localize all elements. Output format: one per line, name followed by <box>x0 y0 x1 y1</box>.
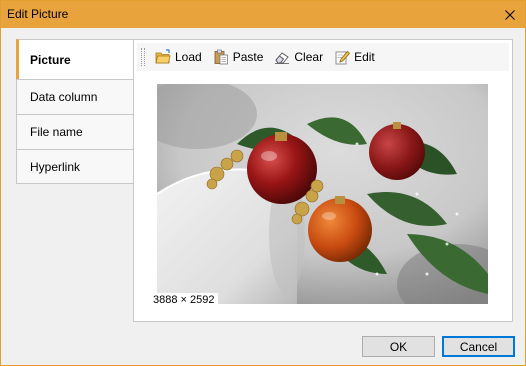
tab-label: Hyperlink <box>30 159 81 174</box>
picture-toolbar: Load Paste Clear Edit <box>137 43 509 71</box>
tab-data-column[interactable]: Data column <box>16 79 134 114</box>
toolbar-grip <box>141 48 145 66</box>
close-icon <box>505 9 515 20</box>
tab-picture[interactable]: Picture <box>16 39 134 79</box>
eraser-icon <box>275 52 290 64</box>
ok-label: OK <box>389 339 408 354</box>
clipboard-icon <box>214 49 228 65</box>
tab-file-name[interactable]: File name <box>16 114 134 149</box>
load-label: Load <box>175 50 202 64</box>
tab-label: Picture <box>30 52 71 67</box>
paste-button[interactable]: Paste <box>209 46 268 68</box>
image-dimensions: 3888 × 2592 <box>149 293 219 306</box>
ok-button[interactable]: OK <box>362 336 435 357</box>
title-bar: Edit Picture <box>1 1 525 28</box>
cancel-label: Cancel <box>459 339 498 354</box>
load-button[interactable]: Load <box>151 46 206 68</box>
window-title: Edit Picture <box>7 7 69 21</box>
cancel-button[interactable]: Cancel <box>442 336 515 357</box>
edit-button[interactable]: Edit <box>330 46 379 68</box>
edit-pencil-icon <box>335 50 351 65</box>
tab-label: File name <box>30 125 83 139</box>
picture-panel: Load Paste Clear Edit 3888 × 2592 <box>133 39 513 322</box>
tab-label: Data column <box>30 90 98 104</box>
clear-button[interactable]: Clear <box>270 46 327 68</box>
edit-label: Edit <box>354 50 375 64</box>
tab-list: Picture Data column File name Hyperlink <box>16 39 134 184</box>
clear-label: Clear <box>294 50 324 64</box>
edit-picture-dialog: Edit Picture Picture Data column File na… <box>0 0 526 366</box>
folder-open-icon <box>155 49 171 64</box>
picture-preview <box>157 84 488 304</box>
paste-label: Paste <box>232 50 264 64</box>
close-button[interactable] <box>495 1 525 28</box>
christmas-ornaments-photo <box>157 84 488 304</box>
tab-hyperlink[interactable]: Hyperlink <box>16 149 134 184</box>
